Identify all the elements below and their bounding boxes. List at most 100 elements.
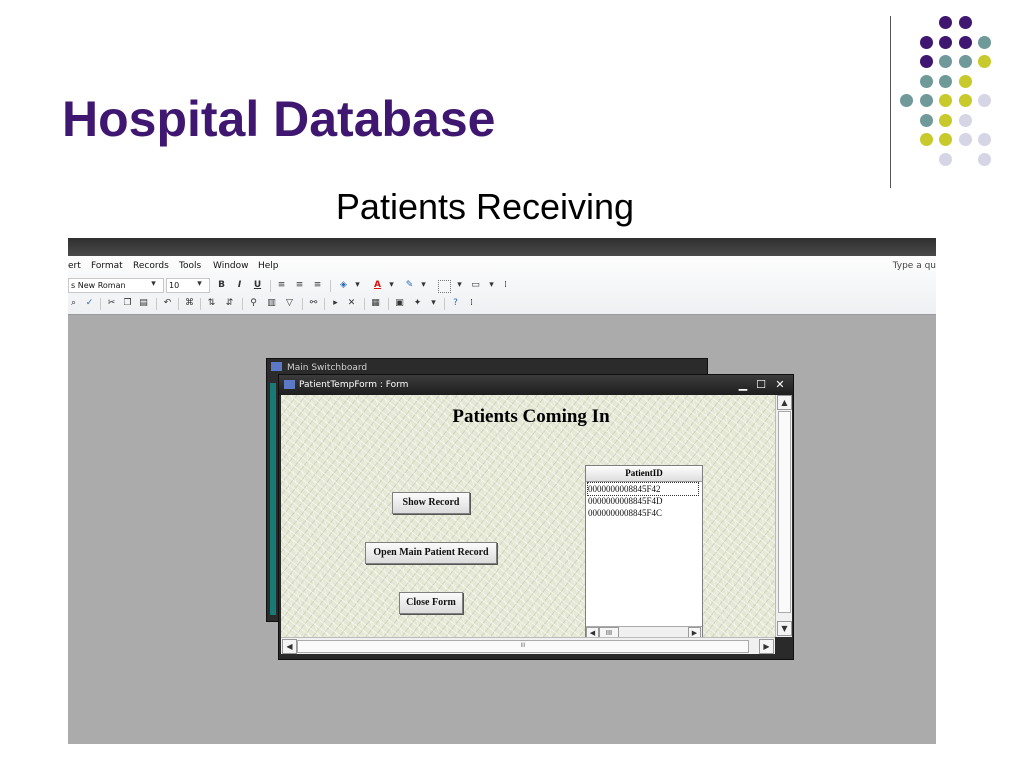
line-color-dropdown-icon[interactable]: ▾ bbox=[418, 280, 429, 291]
find-icon[interactable]: ⚯ bbox=[308, 298, 319, 309]
new-record-icon[interactable]: ▸ bbox=[330, 298, 341, 309]
cut-icon[interactable]: ✂ bbox=[106, 298, 117, 309]
paste-icon[interactable]: ▤ bbox=[138, 298, 149, 309]
close-icon[interactable]: ✕ bbox=[772, 378, 788, 392]
new-object-icon[interactable]: ✦ bbox=[412, 298, 423, 309]
menu-help[interactable]: Help bbox=[258, 261, 279, 271]
decorative-dot bbox=[958, 55, 972, 68]
menu-format[interactable]: Format bbox=[91, 261, 123, 271]
decorative-dot bbox=[958, 133, 972, 146]
decorative-dot bbox=[978, 35, 991, 49]
properties-icon[interactable]: ▦ bbox=[370, 298, 381, 309]
divider-line bbox=[890, 16, 891, 188]
scroll-down-icon[interactable]: ▼ bbox=[777, 621, 792, 636]
decorative-dot bbox=[939, 74, 952, 88]
toolbar-separator bbox=[388, 298, 389, 310]
app-titlebar bbox=[68, 238, 936, 256]
slide-title: Hospital Database bbox=[62, 91, 496, 147]
toolbar-separator bbox=[364, 298, 365, 310]
toolbar-options-icon[interactable]: ⁞ bbox=[500, 280, 511, 291]
decorative-dot bbox=[958, 113, 972, 127]
filter-by-form-icon[interactable]: ▥ bbox=[266, 298, 277, 309]
standard-toolbar: ⌕ ✓ ✂ ❐ ▤ ↶ ⌘ ⇅ ⇵ ⚲ ▥ ▽ ⚯ ▸ ✕ ▦ ▣ ✦ ▾ ? … bbox=[68, 296, 568, 312]
decorative-dot bbox=[978, 133, 991, 146]
fill-color-dropdown-icon[interactable]: ▾ bbox=[352, 280, 363, 291]
apply-filter-icon[interactable]: ▽ bbox=[284, 298, 295, 309]
bold-button[interactable]: B bbox=[216, 280, 227, 291]
toolbar-separator bbox=[178, 298, 179, 310]
fill-color-icon[interactable]: ◈ bbox=[338, 280, 349, 291]
new-object-dropdown-icon[interactable]: ▾ bbox=[428, 298, 439, 309]
border-dropdown-icon[interactable]: ▾ bbox=[454, 280, 465, 291]
minimize-icon[interactable]: ▁ bbox=[735, 378, 751, 392]
toolbar-options-icon[interactable]: ⁞ bbox=[466, 298, 477, 309]
horizontal-scroll-thumb[interactable]: III bbox=[297, 640, 749, 653]
decorative-dot bbox=[958, 94, 972, 107]
decorative-dot bbox=[919, 35, 933, 49]
font-color-dropdown-icon[interactable]: ▾ bbox=[386, 280, 397, 291]
toolbar-separator bbox=[324, 298, 325, 310]
list-column-header[interactable]: PatientID bbox=[586, 466, 702, 482]
menu-insert[interactable]: ert bbox=[68, 261, 81, 271]
decorative-dot bbox=[958, 74, 972, 88]
list-item[interactable]: 0000000008845F4C bbox=[588, 507, 698, 519]
font-size-dropdown-icon[interactable]: ▾ bbox=[194, 279, 205, 290]
print-preview-icon[interactable]: ⌕ bbox=[68, 298, 79, 309]
maximize-icon[interactable]: ☐ bbox=[753, 378, 769, 392]
filter-by-selection-icon[interactable]: ⚲ bbox=[248, 298, 259, 309]
form-vertical-scrollbar[interactable]: ▲ ▼ bbox=[775, 395, 792, 637]
decorative-dot bbox=[939, 16, 952, 29]
menu-tools[interactable]: Tools bbox=[179, 261, 201, 271]
show-record-button[interactable]: Show Record bbox=[392, 492, 470, 514]
help-search-input[interactable]: Type a qu bbox=[893, 261, 936, 271]
decorative-dot bbox=[958, 35, 972, 49]
font-name-dropdown-icon[interactable]: ▾ bbox=[148, 279, 159, 290]
help-icon[interactable]: ? bbox=[450, 298, 461, 309]
decorative-dot bbox=[939, 113, 952, 127]
hyperlink-icon[interactable]: ⌘ bbox=[184, 298, 195, 309]
align-center-icon[interactable]: ≡ bbox=[294, 280, 305, 291]
font-color-icon[interactable]: A bbox=[372, 280, 383, 291]
border-icon[interactable] bbox=[438, 280, 451, 293]
undo-icon[interactable]: ↶ bbox=[162, 298, 173, 309]
form-detail-area: Patients Coming In Show Record Open Main… bbox=[281, 395, 775, 641]
menu-records[interactable]: Records bbox=[133, 261, 169, 271]
list-item[interactable]: 0000000008845F4D bbox=[588, 495, 698, 507]
sort-descending-icon[interactable]: ⇵ bbox=[224, 298, 235, 309]
toolbar-separator bbox=[444, 298, 445, 310]
form-window-title: PatientTempForm : Form bbox=[299, 380, 409, 390]
form-heading: Patients Coming In bbox=[452, 406, 610, 427]
align-left-icon[interactable]: ≡ bbox=[276, 280, 287, 291]
scroll-up-icon[interactable]: ▲ bbox=[777, 395, 792, 410]
italic-button[interactable]: I bbox=[234, 280, 245, 291]
spelling-icon[interactable]: ✓ bbox=[84, 298, 95, 309]
toolbar-separator bbox=[330, 280, 331, 292]
vertical-scroll-thumb[interactable] bbox=[778, 411, 791, 613]
delete-record-icon[interactable]: ✕ bbox=[346, 298, 357, 309]
line-color-icon[interactable]: ✎ bbox=[404, 280, 415, 291]
sort-ascending-icon[interactable]: ⇅ bbox=[206, 298, 217, 309]
underline-button[interactable]: U bbox=[252, 280, 263, 291]
decorative-dot bbox=[978, 152, 991, 166]
scroll-right-icon[interactable]: ▶ bbox=[759, 639, 774, 654]
menu-window[interactable]: Window bbox=[213, 261, 249, 271]
decorative-dot bbox=[919, 113, 933, 127]
access-screenshot: ert Format Records Tools Window Help Typ… bbox=[68, 238, 936, 744]
line-width-icon[interactable]: ▭ bbox=[470, 280, 481, 291]
database-window-icon[interactable]: ▣ bbox=[394, 298, 405, 309]
list-item[interactable]: 0000000008845F42 bbox=[587, 482, 699, 496]
decorative-dot bbox=[900, 94, 913, 107]
decorative-dot-grid bbox=[900, 16, 1010, 166]
decorative-dot bbox=[919, 74, 933, 88]
open-main-patient-record-button[interactable]: Open Main Patient Record bbox=[365, 542, 497, 564]
line-width-dropdown-icon[interactable]: ▾ bbox=[486, 280, 497, 291]
toolbar-separator bbox=[242, 298, 243, 310]
patient-temp-form-window[interactable]: PatientTempForm : Form ▁ ☐ ✕ Patients Co… bbox=[278, 374, 794, 660]
patient-id-listbox[interactable]: PatientID 0000000008845F42 0000000008845… bbox=[585, 465, 703, 641]
align-right-icon[interactable]: ≡ bbox=[312, 280, 323, 291]
scroll-left-icon[interactable]: ◀ bbox=[282, 639, 297, 654]
close-form-button[interactable]: Close Form bbox=[399, 592, 463, 614]
form-horizontal-scrollbar[interactable]: ◀ III ▶ bbox=[281, 637, 775, 654]
copy-icon[interactable]: ❐ bbox=[122, 298, 133, 309]
form-titlebar[interactable]: PatientTempForm : Form ▁ ☐ ✕ bbox=[279, 375, 793, 395]
